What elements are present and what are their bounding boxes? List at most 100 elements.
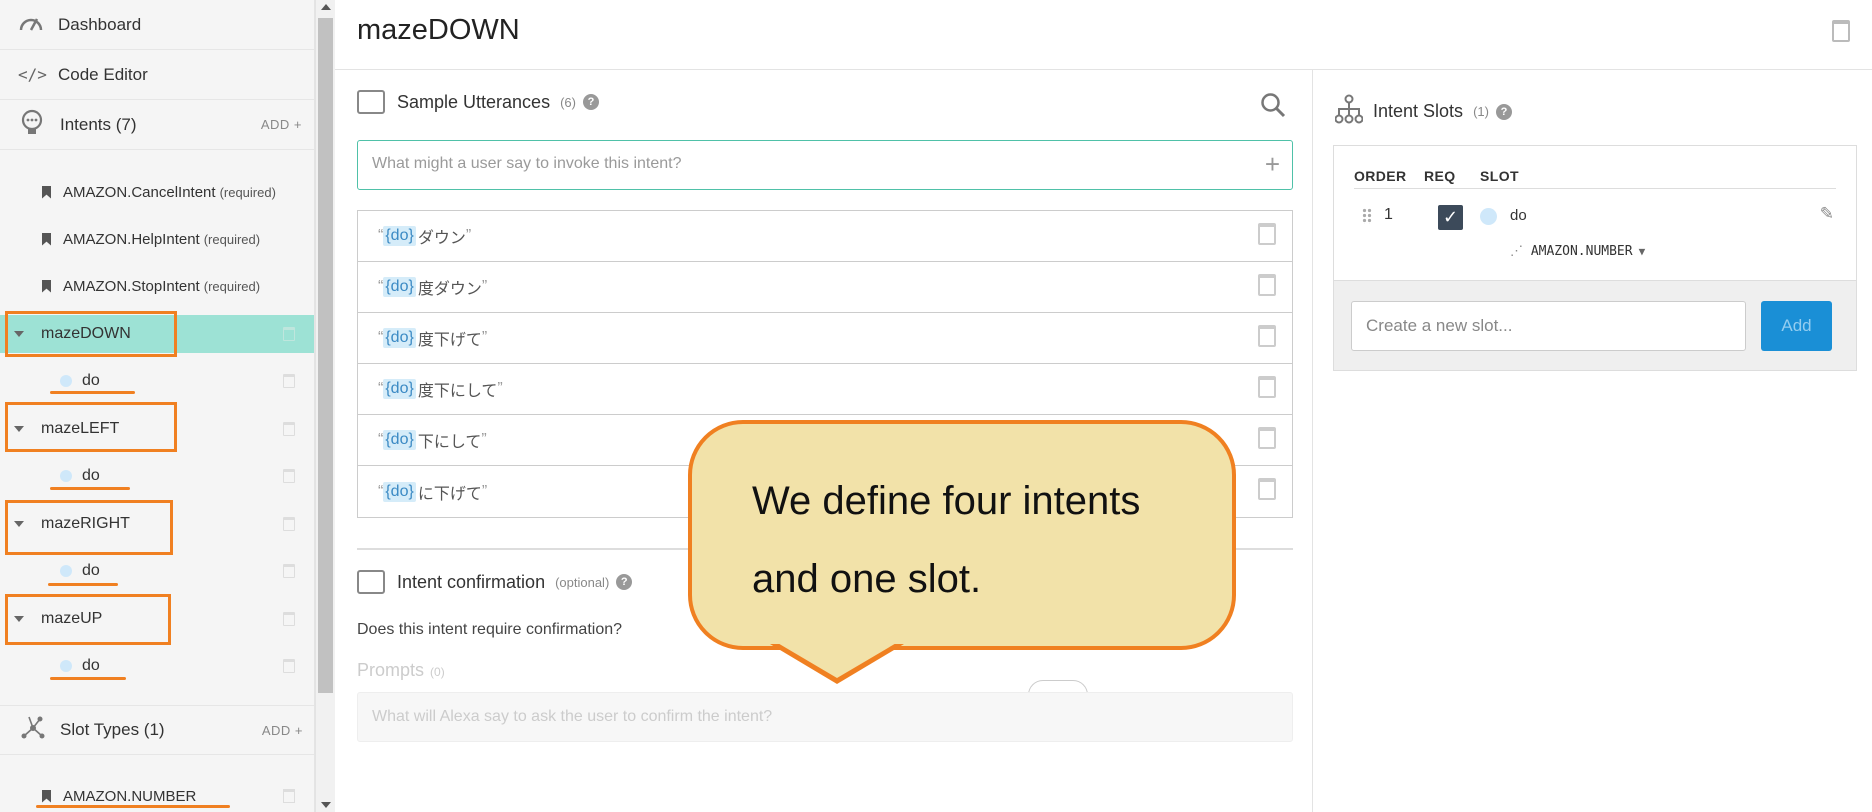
highlight-box (5, 594, 171, 645)
utterance-row[interactable]: “{do} 度下げて” (358, 313, 1292, 364)
highlight-box (5, 402, 177, 452)
drag-handle-icon[interactable] (1362, 208, 1372, 224)
add-intent-button[interactable]: ADD + (261, 117, 302, 132)
edit-pencil-icon[interactable]: ✎ (1820, 204, 1834, 224)
delete-utterance-icon[interactable] (1258, 325, 1276, 347)
confirmation-title-label: Intent confirmation (397, 571, 546, 592)
slot-token[interactable]: {do} (383, 277, 416, 297)
highlight-underline (50, 391, 135, 394)
bookmark-icon (42, 232, 51, 246)
highlight-underline (48, 583, 118, 586)
bookmark-icon (42, 279, 51, 293)
slot-token[interactable]: {do} (383, 328, 416, 348)
callout-text: We define four intents and one slot. (752, 462, 1192, 618)
help-icon[interactable]: ? (582, 94, 599, 110)
slot-types-header-label: Slot Types (1) (60, 720, 165, 739)
required-checkbox[interactable]: ✓ (1438, 205, 1463, 230)
column-header-order: ORDER (1354, 168, 1407, 184)
nav-dashboard[interactable]: Dashboard (0, 0, 314, 50)
help-icon[interactable]: ? (616, 574, 633, 590)
slot-type-glyph-icon: ⋰ (1510, 244, 1531, 259)
utterance-input[interactable] (358, 141, 1238, 187)
sidebar-slot-do[interactable]: do (0, 362, 314, 400)
delete-icon[interactable] (283, 422, 295, 436)
caret-down-icon: ▼ (1638, 245, 1646, 258)
slots-title: Intent Slots (1) ? (1334, 94, 1512, 129)
sidebar-item-cancel-intent[interactable]: AMAZON.CancelIntent (required) (0, 172, 314, 212)
add-slot-button[interactable]: Add (1761, 301, 1832, 351)
confirmation-prompt-input[interactable]: What will Alexa say to ask the user to c… (357, 692, 1293, 742)
highlight-box (5, 500, 173, 555)
slot-name: do (82, 657, 100, 674)
scrollbar-thumb[interactable] (318, 18, 333, 693)
quote-mark: ” (481, 482, 488, 500)
delete-icon[interactable] (283, 469, 295, 483)
delete-icon[interactable] (283, 659, 295, 673)
new-slot-input[interactable]: Create a new slot... (1351, 301, 1746, 351)
sidebar-item-help-intent[interactable]: AMAZON.HelpIntent (required) (0, 219, 314, 259)
help-icon[interactable]: ? (1495, 103, 1512, 120)
skill-builder-app: Dashboard </> Code Editor Intents (7) AD… (0, 0, 1872, 812)
slots-title-label: Intent Slots (1373, 101, 1464, 121)
slot-type-select[interactable]: ⋰ AMAZON.NUMBER ▼ (1510, 244, 1645, 259)
speech-head-icon (20, 109, 50, 140)
highlight-underline (36, 805, 230, 808)
slot-token[interactable]: {do} (383, 430, 416, 450)
delete-utterance-icon[interactable] (1258, 427, 1276, 449)
delete-icon[interactable] (283, 789, 295, 803)
slot-token[interactable]: {do} (383, 226, 416, 246)
delete-icon[interactable] (283, 564, 295, 578)
utterance-row[interactable]: “{do} ダウン” (358, 211, 1292, 262)
required-tag: (required) (219, 184, 276, 200)
slot-name[interactable]: do (1510, 207, 1527, 224)
utterance-row[interactable]: “{do} 度下にして” (358, 364, 1292, 415)
slot-token[interactable]: {do} (383, 379, 416, 399)
intents-header-label: Intents (7) (60, 114, 137, 134)
delete-utterance-icon[interactable] (1258, 376, 1276, 398)
sidebar-item-stop-intent[interactable]: AMAZON.StopIntent (required) (0, 266, 314, 306)
quote-mark: ” (481, 329, 488, 346)
delete-intent-icon[interactable] (1832, 20, 1850, 42)
slot-token[interactable]: {do} (383, 481, 416, 502)
confirmation-question: Does this intent require confirmation? (357, 621, 623, 638)
delete-utterance-icon[interactable] (1258, 478, 1276, 500)
prompts-label: Prompts (0) (357, 660, 445, 681)
code-icon: </> (18, 65, 47, 84)
sidebar-scrollbar[interactable] (315, 0, 335, 812)
slot-type-icon (20, 716, 50, 745)
callout-line-2: and one slot. (752, 557, 982, 601)
delete-utterance-icon[interactable] (1258, 223, 1276, 245)
add-utterance-icon[interactable]: + (1265, 151, 1280, 177)
delete-icon[interactable] (283, 374, 295, 388)
nav-code-editor-label: Code Editor (58, 64, 148, 84)
nav-code-editor[interactable]: </> Code Editor (0, 50, 314, 100)
utterance-row[interactable]: “{do} 度ダウン” (358, 262, 1292, 313)
delete-icon[interactable] (283, 612, 295, 626)
prompts-count: (0) (430, 665, 445, 679)
utterance-text: 度下げて (417, 332, 482, 349)
gauge-icon (18, 12, 48, 37)
utterances-count: (6) (560, 94, 576, 110)
utterance-text: に下げて (417, 485, 482, 503)
intents-header: Intents (7) ADD + (0, 100, 314, 150)
confirmation-title: Intent confirmation (optional) ? (357, 570, 633, 594)
add-slot-type-button[interactable]: ADD + (262, 723, 303, 738)
delete-utterance-icon[interactable] (1258, 274, 1276, 296)
sidebar-slot-do[interactable]: do (0, 647, 314, 685)
slot-types-header: Slot Types (1) ADD + (0, 705, 314, 755)
slot-dot-icon (60, 470, 72, 482)
hierarchy-icon (1334, 94, 1364, 129)
scroll-up-arrow-icon[interactable] (321, 4, 331, 10)
search-icon[interactable] (1260, 92, 1286, 123)
slot-type-value: AMAZON.NUMBER (1530, 244, 1633, 259)
column-header-slot: SLOT (1480, 168, 1519, 184)
delete-icon[interactable] (283, 327, 295, 341)
intent-name: AMAZON.HelpIntent (63, 230, 200, 248)
sidebar-slot-do[interactable]: do (0, 457, 314, 495)
utterance-text: 度下にして (417, 383, 498, 400)
delete-icon[interactable] (283, 517, 295, 531)
scroll-down-arrow-icon[interactable] (321, 802, 331, 808)
nav-dashboard-label: Dashboard (58, 14, 142, 34)
chat-bubble-icon (357, 90, 385, 114)
bookmark-icon (42, 789, 51, 803)
